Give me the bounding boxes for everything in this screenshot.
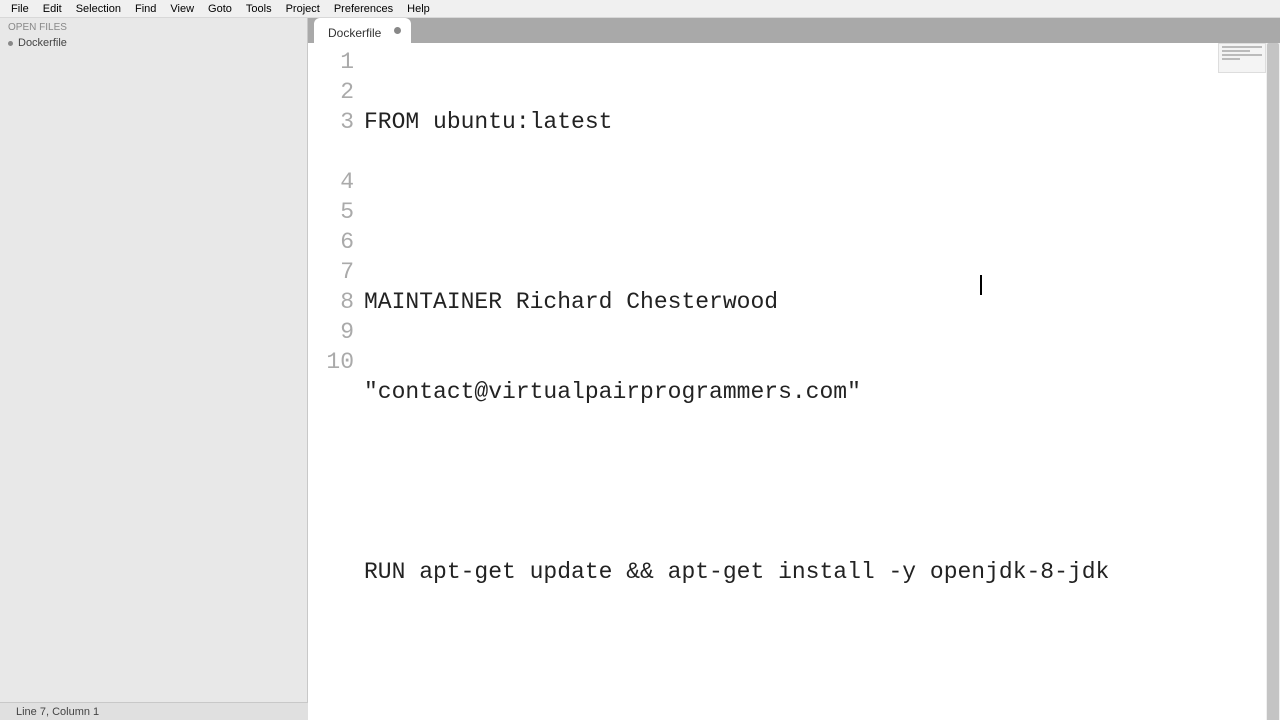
minimap[interactable] [1218,43,1266,73]
code-line [364,647,1280,677]
code-line: "contact@virtualpairprogrammers.com" [364,377,1280,407]
editor-pane: Dockerfile 1 2 3 4 5 6 7 8 9 10 FROM ubu… [308,18,1280,702]
code-line: FROM ubuntu:latest [364,107,1280,137]
line-number: 7 [308,257,354,287]
tab-dirty-icon [394,27,401,34]
sidebar-file-dockerfile[interactable]: Dockerfile [0,35,307,51]
line-number: 3 [308,107,354,137]
line-number: 6 [308,227,354,257]
menu-selection[interactable]: Selection [69,1,128,17]
tab-label: Dockerfile [328,26,381,40]
code-line [364,197,1280,227]
sidebar: OPEN FILES Dockerfile [0,18,308,702]
menu-tools[interactable]: Tools [239,1,279,17]
code-line: RUN apt-get update && apt-get install -y… [364,557,1280,587]
line-number-gutter: 1 2 3 4 5 6 7 8 9 10 [308,43,364,720]
line-number: 10 [308,347,354,377]
line-number: 8 [308,287,354,317]
menu-help[interactable]: Help [400,1,437,17]
vertical-scrollbar[interactable] [1266,43,1280,720]
sidebar-open-files-header: OPEN FILES [0,18,307,35]
line-number [308,137,354,167]
line-number: 5 [308,197,354,227]
tab-dockerfile[interactable]: Dockerfile [314,18,411,43]
minimap-line [1222,46,1262,48]
code-line [364,467,1280,497]
code-line: MAINTAINER Richard Chesterwood [364,287,1280,317]
editor-body[interactable]: 1 2 3 4 5 6 7 8 9 10 FROM ubuntu:latest … [308,43,1280,720]
menu-edit[interactable]: Edit [36,1,69,17]
scrollbar-thumb[interactable] [1267,43,1279,720]
main-area: OPEN FILES Dockerfile Dockerfile 1 2 3 4… [0,18,1280,702]
text-cursor-icon [980,275,982,295]
menu-bar: File Edit Selection Find View Goto Tools… [0,0,1280,18]
line-number: 2 [308,77,354,107]
menu-view[interactable]: View [163,1,201,17]
menu-goto[interactable]: Goto [201,1,239,17]
status-line-col[interactable]: Line 7, Column 1 [6,706,109,718]
minimap-line [1222,58,1240,60]
menu-file[interactable]: File [4,1,36,17]
line-number: 4 [308,167,354,197]
menu-find[interactable]: Find [128,1,163,17]
menu-preferences[interactable]: Preferences [327,1,400,17]
minimap-line [1222,50,1250,52]
line-number: 9 [308,317,354,347]
code-area[interactable]: FROM ubuntu:latest MAINTAINER Richard Ch… [364,43,1280,720]
line-number: 1 [308,47,354,77]
tab-bar: Dockerfile [308,18,1280,43]
menu-project[interactable]: Project [279,1,327,17]
minimap-line [1222,54,1262,56]
